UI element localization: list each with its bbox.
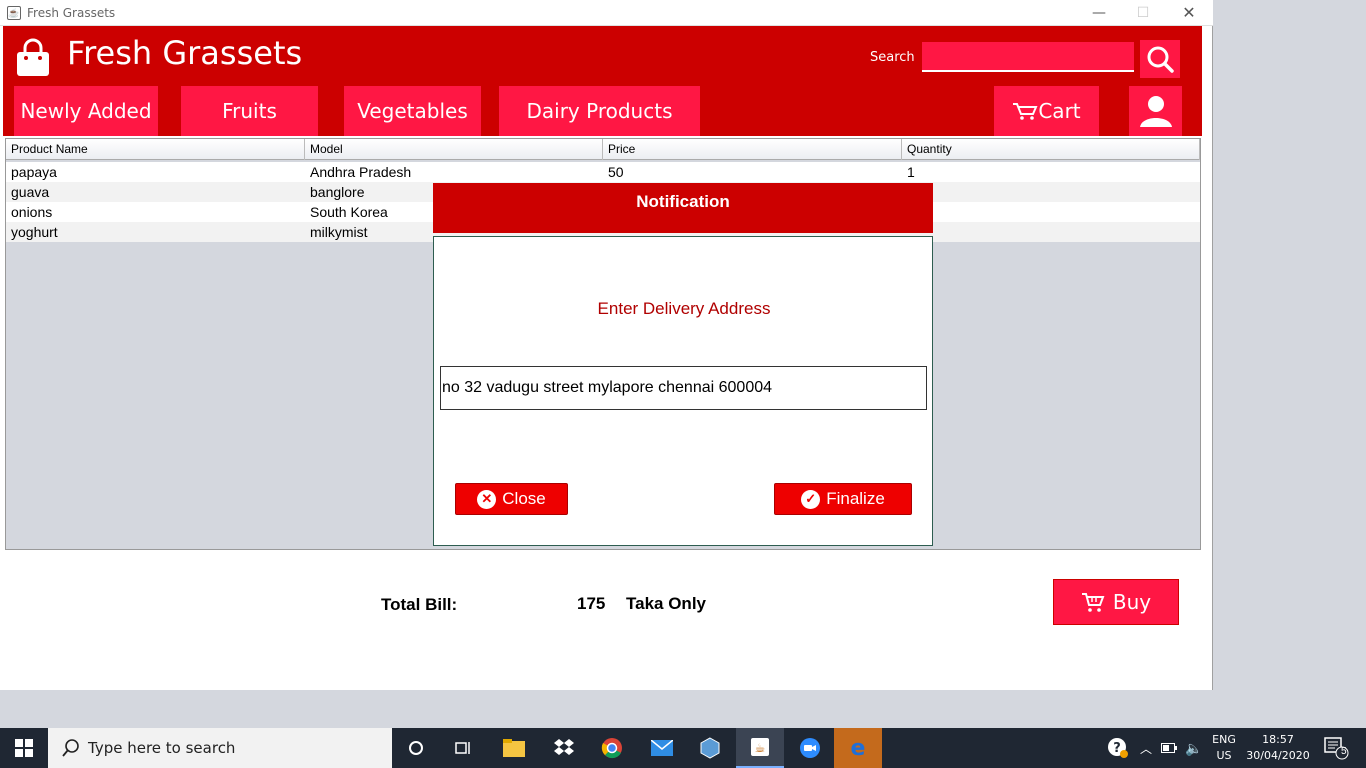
- svg-text:e: e: [851, 737, 866, 759]
- cell-product-name: yoghurt: [11, 224, 58, 240]
- cart-icon: [1013, 103, 1038, 120]
- user-icon: [1139, 96, 1172, 127]
- brand-title: Fresh Grassets: [67, 34, 303, 72]
- file-explorer-icon[interactable]: [490, 728, 538, 768]
- cart-label: Cart: [1038, 99, 1081, 123]
- cell-product-name: onions: [11, 204, 53, 220]
- search-button[interactable]: [1140, 40, 1180, 78]
- java-icon: ☕: [7, 6, 21, 20]
- cart-icon: [1081, 593, 1105, 612]
- total-bill-label: Total Bill:: [381, 595, 458, 614]
- windows-icon: [15, 739, 33, 757]
- cell-quantity: 1: [907, 164, 915, 180]
- language-indicator[interactable]: ENG US: [1208, 733, 1240, 762]
- dropbox-icon[interactable]: [540, 728, 588, 768]
- cell-product-name: papaya: [11, 164, 57, 180]
- shopping-bag-icon: [17, 38, 49, 76]
- nav-vegetables-button[interactable]: Vegetables: [344, 86, 481, 136]
- volume-icon[interactable]: 🔈: [1182, 728, 1206, 768]
- column-header-product-name[interactable]: Product Name: [6, 139, 305, 160]
- nav-dairy-products-button[interactable]: Dairy Products: [499, 86, 700, 136]
- cell-quantity: [902, 202, 1200, 222]
- dialog-finalize-button[interactable]: ✓ Finalize: [774, 483, 912, 515]
- cell-quantity: [902, 222, 1200, 242]
- notification-count: 5: [1341, 746, 1347, 757]
- total-bill-currency: Taka Only: [626, 594, 706, 613]
- column-header-price[interactable]: Price: [603, 139, 902, 160]
- clock-date: 30/04/2020: [1246, 749, 1310, 762]
- cell-model: Andhra Pradesh: [310, 164, 412, 180]
- zoom-icon[interactable]: [786, 728, 834, 768]
- dialog-title: Notification: [636, 192, 730, 211]
- maximize-button[interactable]: ☐: [1120, 0, 1166, 26]
- start-button[interactable]: [0, 728, 48, 768]
- dialog-close-button[interactable]: ✕ Close: [455, 483, 568, 515]
- taskbar: Type here to search ☕ e ? ︿ 🔈 ENG US 18:…: [0, 728, 1366, 768]
- close-icon: ✕: [477, 489, 497, 509]
- task-view-icon[interactable]: [440, 728, 488, 768]
- cell-price: 50: [608, 164, 624, 180]
- cart-button[interactable]: Cart: [994, 86, 1099, 136]
- svg-text:?: ?: [1113, 741, 1121, 756]
- battery-icon[interactable]: [1158, 728, 1180, 768]
- edge-icon[interactable]: e: [834, 728, 882, 768]
- cortana-icon[interactable]: [392, 728, 440, 768]
- clock-time: 18:57: [1262, 733, 1294, 746]
- nav-fruits-button[interactable]: Fruits: [181, 86, 318, 136]
- chrome-icon[interactable]: [588, 728, 636, 768]
- finalize-label: Finalize: [826, 489, 885, 508]
- dialog-prompt: Enter Delivery Address: [597, 299, 771, 318]
- table-header: Product Name Model Price Quantity: [6, 139, 1200, 160]
- java-app-icon[interactable]: ☕: [736, 728, 784, 768]
- taskbar-search-placeholder: Type here to search: [88, 739, 236, 757]
- clock[interactable]: 18:57 30/04/2020: [1244, 733, 1312, 762]
- buy-label: Buy: [1112, 590, 1152, 614]
- total-bill-value: 175: [577, 594, 606, 613]
- search-input[interactable]: [922, 42, 1134, 72]
- dialog-title-bar: Notification: [433, 183, 933, 233]
- minimize-button[interactable]: —: [1076, 0, 1122, 26]
- search-label: Search: [870, 50, 915, 65]
- close-label: Close: [502, 489, 546, 508]
- column-header-model[interactable]: Model: [305, 139, 603, 160]
- help-icon[interactable]: ?: [1104, 728, 1132, 768]
- delivery-address-input[interactable]: [440, 366, 927, 410]
- buy-button[interactable]: Buy: [1053, 579, 1179, 625]
- check-icon: ✓: [801, 489, 821, 509]
- search-icon: [1147, 46, 1174, 73]
- taskbar-search-box[interactable]: Type here to search: [48, 728, 392, 768]
- svg-text:☕: ☕: [755, 741, 766, 755]
- search-icon: [62, 739, 79, 757]
- mail-icon[interactable]: [638, 728, 686, 768]
- title-bar: ☕ Fresh Grassets — ☐ ✕: [0, 0, 1213, 26]
- nav-newly-added-button[interactable]: Newly Added: [14, 86, 158, 136]
- chevron-up-icon[interactable]: ︿: [1136, 728, 1156, 768]
- app-header: Fresh Grassets Search Newly Added Fruits…: [3, 26, 1202, 136]
- virtualbox-icon[interactable]: [686, 728, 734, 768]
- language-code: ENG: [1212, 733, 1236, 746]
- window-title: Fresh Grassets: [27, 6, 116, 20]
- region-code: US: [1216, 749, 1232, 762]
- user-profile-button[interactable]: [1129, 86, 1182, 136]
- notification-dialog: Enter Delivery Address ✕ Close ✓ Finaliz…: [433, 236, 933, 546]
- cell-quantity: [902, 182, 1200, 202]
- notification-center-button[interactable]: 5: [1316, 728, 1356, 768]
- column-header-quantity[interactable]: Quantity: [902, 139, 1200, 160]
- close-window-button[interactable]: ✕: [1166, 0, 1212, 26]
- cell-product-name: guava: [11, 184, 50, 200]
- table-row[interactable]: papaya Andhra Pradesh 50 1: [6, 162, 1200, 182]
